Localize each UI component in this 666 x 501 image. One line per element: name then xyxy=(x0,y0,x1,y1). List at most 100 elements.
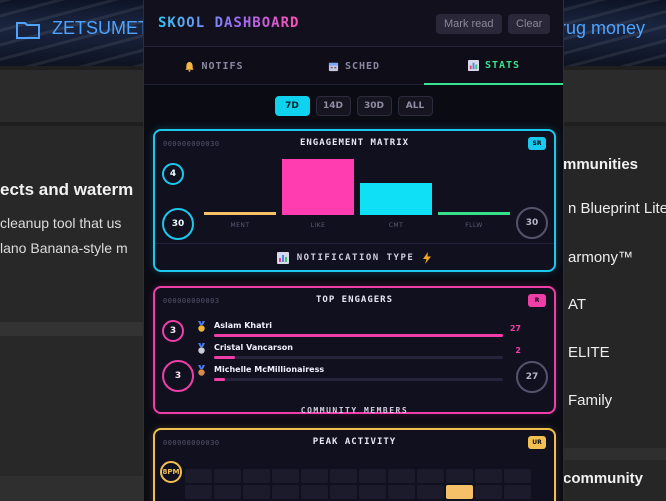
post-title[interactable]: ects and waterm xyxy=(0,180,133,200)
tab-notifs-label: NOTIFS xyxy=(201,60,244,72)
engager-progress-track xyxy=(214,356,503,359)
activity-heatmap xyxy=(185,469,533,501)
rank-tag: UR xyxy=(528,436,546,449)
skool-dashboard-panel: SKOOL DASHBOARD Mark read Clear NOTIFS S… xyxy=(143,0,564,501)
heatmap-cell[interactable] xyxy=(214,485,241,499)
dashboard-header: SKOOL DASHBOARD Mark read Clear xyxy=(144,0,563,47)
heatmap-cell[interactable] xyxy=(446,469,473,483)
heatmap-cell[interactable] xyxy=(417,469,444,483)
engager-row[interactable]: Michelle McMillionairess xyxy=(197,365,521,385)
communities-footer[interactable]: community xyxy=(563,470,643,487)
bar-chart-icon xyxy=(467,59,479,71)
heatmap-cell[interactable] xyxy=(243,469,270,483)
heatmap-cell[interactable] xyxy=(185,485,212,499)
calendar-icon xyxy=(328,62,339,71)
chart-bar-cmt xyxy=(360,182,432,215)
range-14d-button[interactable]: 14D xyxy=(315,96,351,116)
engager-progress-track xyxy=(214,334,503,337)
dashboard-title: SKOOL DASHBOARD xyxy=(158,15,300,31)
engager-row[interactable]: Aslam Khatri 27 xyxy=(197,321,521,341)
engager-name[interactable]: Michelle McMillionairess xyxy=(214,365,324,374)
community-item[interactable]: AT xyxy=(568,296,586,313)
community-item[interactable]: ELITE xyxy=(568,344,610,361)
heatmap-cell[interactable] xyxy=(330,485,357,499)
chart-tick-label: FLLW xyxy=(465,222,483,229)
content-divider xyxy=(0,322,143,336)
engager-progress-track xyxy=(214,378,503,381)
heatmap-cell[interactable] xyxy=(301,469,328,483)
heatmap-cell[interactable] xyxy=(301,485,328,499)
heatmap-cell[interactable] xyxy=(359,469,386,483)
tab-stats[interactable]: STATS xyxy=(424,47,563,85)
engager-row[interactable]: Cristal Vancarson 2 xyxy=(197,343,521,363)
stat-circle-bottom: 30 xyxy=(162,208,194,240)
chart-tick-label: MENT xyxy=(230,222,250,229)
communities-sidebar xyxy=(563,126,666,501)
heatmap-cell[interactable] xyxy=(504,469,531,483)
tab-sched-label: SCHED xyxy=(344,60,381,72)
engagers-footer: COMMUNITY MEMBERS xyxy=(155,406,554,426)
heatmap-cell[interactable] xyxy=(504,485,531,499)
header-right-title[interactable]: rug money xyxy=(560,18,645,39)
top-engagers-card: 000000000003 TOP ENGAGERS R 3 3 27 Aslam… xyxy=(153,286,556,415)
peak-activity-card: 000000000030 PEAK ACTIVITY UR 8PM xyxy=(153,428,556,501)
heatmap-cell[interactable] xyxy=(272,469,299,483)
engager-count: 2 xyxy=(515,346,521,355)
engager-count: 27 xyxy=(509,324,521,333)
heatmap-cell[interactable] xyxy=(243,485,270,499)
range-all-button[interactable]: ALL xyxy=(397,96,433,116)
heatmap-cell[interactable] xyxy=(185,469,212,483)
chart-footer: NOTIFICATION TYPE xyxy=(155,243,554,272)
chart-tick-label: LIKE xyxy=(310,222,326,229)
heatmap-cell[interactable] xyxy=(475,485,502,499)
engager-name[interactable]: Cristal Vancarson xyxy=(214,343,293,352)
heatmap-cell[interactable] xyxy=(446,485,473,499)
engager-progress-fill xyxy=(214,356,236,359)
card-title: ENGAGEMENT MATRIX xyxy=(299,138,410,148)
tab-stats-label: STATS xyxy=(484,59,521,71)
heatmap-cell[interactable] xyxy=(417,485,444,499)
chart-tick-label: CMT xyxy=(388,222,404,229)
chart-bar-ment xyxy=(204,212,276,215)
community-item[interactable]: armony™ xyxy=(568,249,633,266)
card-header: 000000000030 ENGAGEMENT MATRIX SR xyxy=(155,131,554,157)
stat-circle-top: 4 xyxy=(162,163,184,185)
heatmap-cell[interactable] xyxy=(475,469,502,483)
communities-heading: mmunities xyxy=(563,156,639,173)
chart-footer-label: NOTIFICATION TYPE xyxy=(296,253,415,263)
card-header: 000000000003 TOP ENGAGERS R xyxy=(155,288,554,314)
tab-notifs[interactable]: NOTIFS xyxy=(144,47,284,85)
range-7d-button[interactable]: 7D xyxy=(274,96,310,116)
heatmap-cell[interactable] xyxy=(330,469,357,483)
post-description-line-1: cleanup tool that us xyxy=(0,215,122,231)
clear-button[interactable]: Clear xyxy=(508,14,551,34)
chart-bar-fllw xyxy=(438,212,510,215)
peak-hour-badge: 8PM xyxy=(160,461,182,483)
community-item[interactable]: n Blueprint Lite xyxy=(568,200,666,217)
mark-read-button[interactable]: Mark read xyxy=(436,14,502,34)
silver-medal-icon xyxy=(198,343,205,354)
heatmap-cell[interactable] xyxy=(388,485,415,499)
card-title: TOP ENGAGERS xyxy=(315,295,394,305)
range-30d-button[interactable]: 30D xyxy=(356,96,392,116)
bronze-medal-icon xyxy=(198,365,205,376)
lightning-icon xyxy=(423,252,432,264)
notification-type-chart: MENT LIKE CMT FLLW xyxy=(201,159,513,229)
engager-name[interactable]: Aslam Khatri xyxy=(214,321,272,330)
engager-progress-fill xyxy=(214,378,225,381)
community-item[interactable]: Family xyxy=(568,392,612,409)
heatmap-cell[interactable] xyxy=(359,485,386,499)
heatmap-cell[interactable] xyxy=(272,485,299,499)
stat-circle-bottom: 3 xyxy=(162,360,194,392)
content-footer-strip xyxy=(0,476,143,501)
tab-sched[interactable]: SCHED xyxy=(284,47,424,85)
engagers-footer-label: COMMUNITY MEMBERS xyxy=(300,406,409,415)
heatmap-cell[interactable] xyxy=(388,469,415,483)
range-selector: 7D 14D 30D ALL xyxy=(144,96,563,116)
card-title: PEAK ACTIVITY xyxy=(312,437,397,447)
folder-icon[interactable] xyxy=(16,20,40,39)
heatmap-cell[interactable] xyxy=(214,469,241,483)
engager-progress-fill xyxy=(214,334,503,337)
bar-chart-icon xyxy=(276,252,289,264)
card-header: 000000000030 PEAK ACTIVITY UR xyxy=(155,430,554,456)
